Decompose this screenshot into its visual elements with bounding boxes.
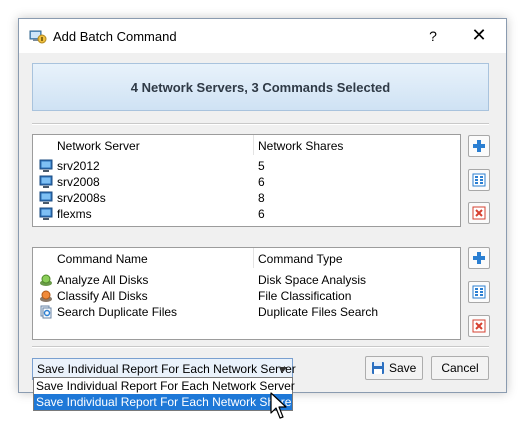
list-item[interactable]: Classify All Disks File Classification: [33, 288, 460, 304]
command-type: File Classification: [258, 289, 352, 303]
help-button[interactable]: ?: [425, 28, 441, 44]
server-icon: [39, 191, 53, 205]
banner-text: 4 Network Servers, 3 Commands Selected: [130, 79, 391, 95]
server-shares: 6: [258, 175, 265, 189]
column-header-command-type[interactable]: Command Type: [258, 252, 343, 266]
list-item[interactable]: Search Duplicate Files Duplicate Files S…: [33, 304, 460, 320]
command-type: Duplicate Files Search: [258, 305, 379, 319]
list-item[interactable]: srv2012 5: [33, 158, 460, 174]
server-name: flexms: [57, 207, 92, 221]
dropdown-option[interactable]: Save Individual Report For Each Network …: [34, 378, 295, 394]
edit-icon: [472, 285, 486, 299]
list-header: Network Server Network Shares: [33, 135, 460, 155]
chevron-down-icon: [279, 367, 287, 372]
server-shares: 5: [258, 159, 265, 173]
remove-icon: [472, 206, 486, 220]
title-bar: Add Batch Command ? ✕: [19, 19, 506, 53]
command-name: Classify All Disks: [57, 289, 148, 303]
server-shares: 8: [258, 191, 265, 205]
remove-command-button[interactable]: [468, 315, 490, 337]
server-icon: [39, 175, 53, 189]
list-item[interactable]: flexms 6: [33, 206, 460, 222]
server-icon: [39, 159, 53, 173]
server-shares: 6: [258, 207, 265, 221]
edit-servers-button[interactable]: [468, 169, 490, 191]
selection-summary-banner: 4 Network Servers, 3 Commands Selected: [32, 63, 489, 111]
close-button[interactable]: ✕: [467, 25, 491, 45]
command-name: Search Duplicate Files: [57, 305, 178, 319]
list-item[interactable]: srv2008 6: [33, 174, 460, 190]
divider: [32, 123, 489, 125]
command-name: Analyze All Disks: [57, 273, 149, 287]
dropdown-option-highlighted[interactable]: Save Individual Report For Each Network …: [34, 394, 292, 410]
add-batch-command-dialog: Add Batch Command ? ✕ 4 Network Servers,…: [18, 18, 507, 393]
column-header-command-name[interactable]: Command Name: [57, 252, 148, 266]
server-name: srv2008s: [57, 191, 106, 205]
server-name: srv2008: [57, 175, 100, 189]
remove-icon: [472, 319, 486, 333]
add-command-button[interactable]: [468, 247, 490, 269]
server-name: srv2012: [57, 159, 100, 173]
save-button-label: Save: [389, 361, 417, 375]
list-header: Command Name Command Type: [33, 248, 460, 268]
divider: [32, 346, 489, 348]
add-icon: [473, 252, 485, 264]
column-separator: [253, 135, 254, 155]
dialog-title: Add Batch Command: [53, 29, 177, 44]
list-item[interactable]: srv2008s 8: [33, 190, 460, 206]
add-server-button[interactable]: [468, 135, 490, 157]
cancel-button[interactable]: Cancel: [431, 356, 489, 380]
save-icon: [372, 362, 384, 374]
edit-commands-button[interactable]: [468, 281, 490, 303]
list-item[interactable]: Analyze All Disks Disk Space Analysis: [33, 272, 460, 288]
network-servers-list[interactable]: Network Server Network Shares srv2012 5 …: [32, 134, 461, 227]
mouse-cursor-icon: [270, 392, 287, 419]
remove-server-button[interactable]: [468, 202, 490, 224]
command-type: Disk Space Analysis: [258, 273, 367, 287]
file-classification-icon: [39, 289, 53, 303]
report-mode-selected: Save Individual Report For Each Network …: [37, 362, 296, 376]
edit-icon: [472, 173, 486, 187]
cancel-button-label: Cancel: [441, 361, 479, 375]
save-button[interactable]: Save: [365, 356, 423, 380]
column-header-network-server[interactable]: Network Server: [57, 139, 140, 153]
column-header-network-shares[interactable]: Network Shares: [258, 139, 343, 153]
add-icon: [473, 140, 485, 152]
commands-list[interactable]: Command Name Command Type Analyze All Di…: [32, 247, 461, 340]
disk-analysis-icon: [39, 273, 53, 287]
server-icon: [39, 207, 53, 221]
duplicate-search-icon: [39, 305, 53, 319]
batch-command-icon: [29, 28, 47, 44]
column-separator: [253, 248, 254, 268]
report-mode-dropdown-list[interactable]: Save Individual Report For Each Network …: [33, 377, 295, 411]
